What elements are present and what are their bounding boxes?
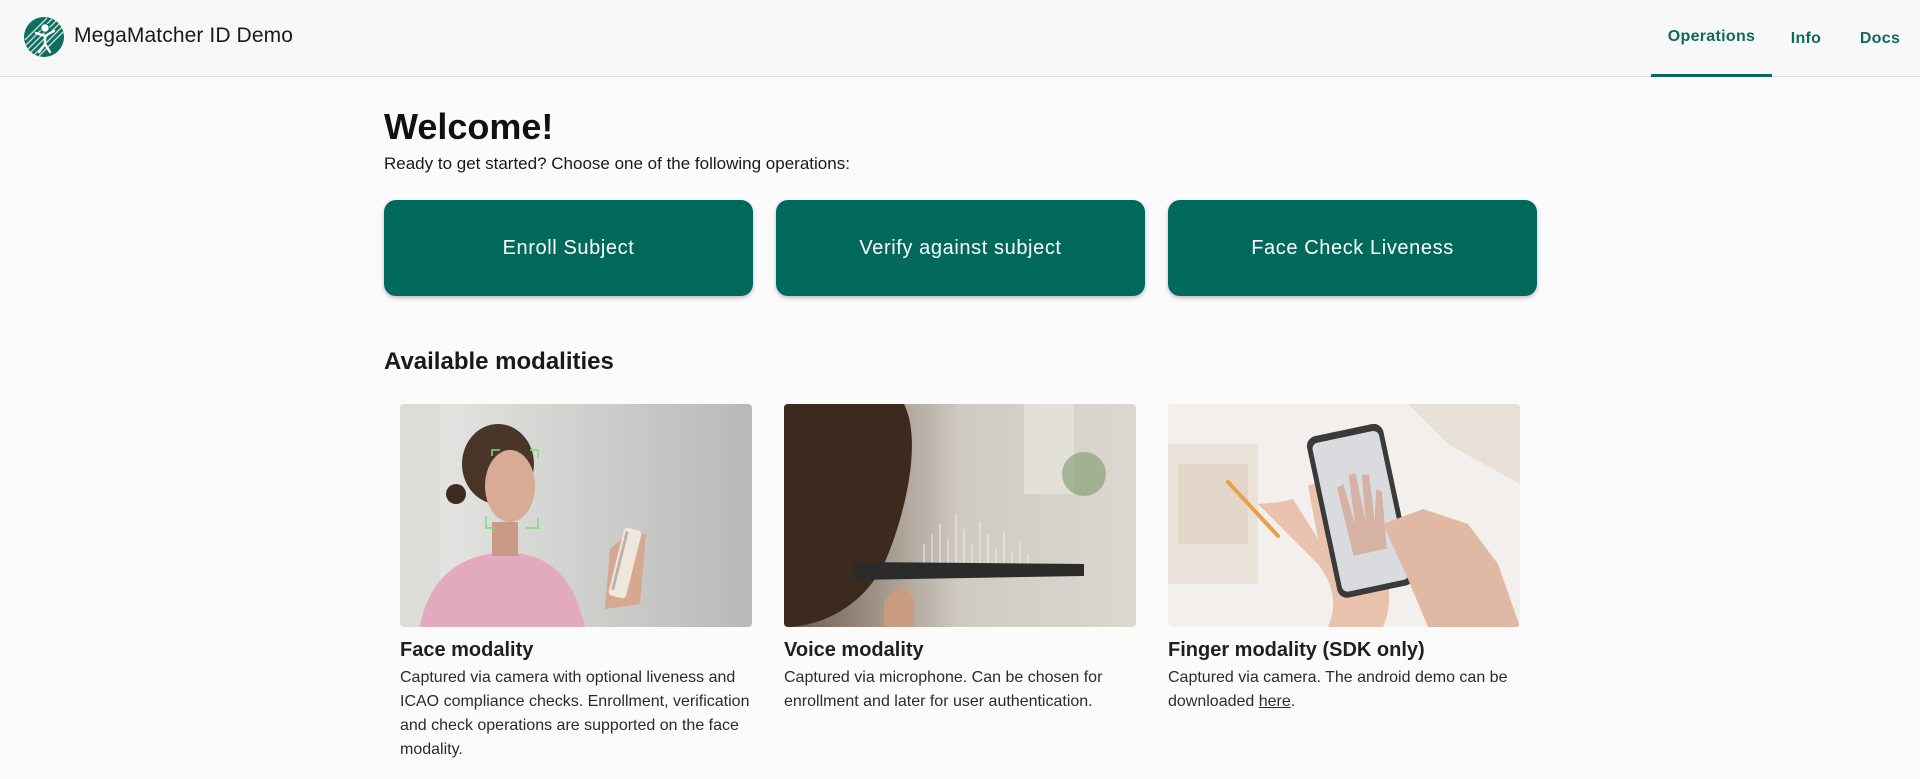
page-subtitle: Ready to get started? Choose one of the … (384, 154, 850, 173)
face-modality-title: Face modality (400, 639, 534, 661)
finger-modality-title: Finger modality (SDK only) (1168, 639, 1425, 661)
finger-modality-description: Captured via camera. The android demo ca… (1168, 666, 1520, 714)
page-title: Welcome! (384, 106, 554, 147)
android-demo-download-link[interactable]: here (1259, 693, 1291, 710)
finger-modality-card: Finger modality (SDK only) Captured via … (1168, 404, 1520, 714)
app-bar: MegaMatcher ID Demo Operations Info Docs (0, 0, 1920, 77)
face-modality-card: Face modality Captured via camera with o… (400, 404, 752, 762)
modalities-heading: Available modalities (384, 348, 614, 375)
voice-modality-title: Voice modality (784, 639, 924, 661)
tab-docs-label: Docs (1859, 29, 1901, 47)
voice-photo (784, 404, 1136, 627)
enroll-subject-button[interactable]: Enroll Subject (384, 200, 753, 296)
face-modality-description: Captured via camera with optional livene… (400, 669, 750, 758)
tab-info-label: Info (1790, 29, 1822, 47)
top-nav: Operations Info Docs (1651, 0, 1920, 77)
tab-info[interactable]: Info (1772, 0, 1840, 77)
finger-photo (1168, 404, 1520, 627)
voice-modality-description: Captured via microphone. Can be chosen f… (784, 669, 1103, 710)
face-check-liveness-button[interactable]: Face Check Liveness (1168, 200, 1537, 296)
tab-operations-label: Operations (1667, 27, 1756, 45)
finger-description-text: Captured via camera. The android demo ca… (1168, 669, 1508, 710)
app-title: MegaMatcher ID Demo (74, 24, 293, 47)
megamatcher-logo-icon[interactable] (22, 15, 66, 59)
verify-against-subject-button[interactable]: Verify against subject (776, 200, 1145, 296)
face-photo (400, 404, 752, 627)
tab-docs[interactable]: Docs (1840, 0, 1920, 77)
finger-description-suffix: . (1290, 693, 1296, 710)
voice-modality-card: Voice modality Captured via microphone. … (784, 404, 1136, 714)
tab-operations[interactable]: Operations (1651, 0, 1772, 77)
